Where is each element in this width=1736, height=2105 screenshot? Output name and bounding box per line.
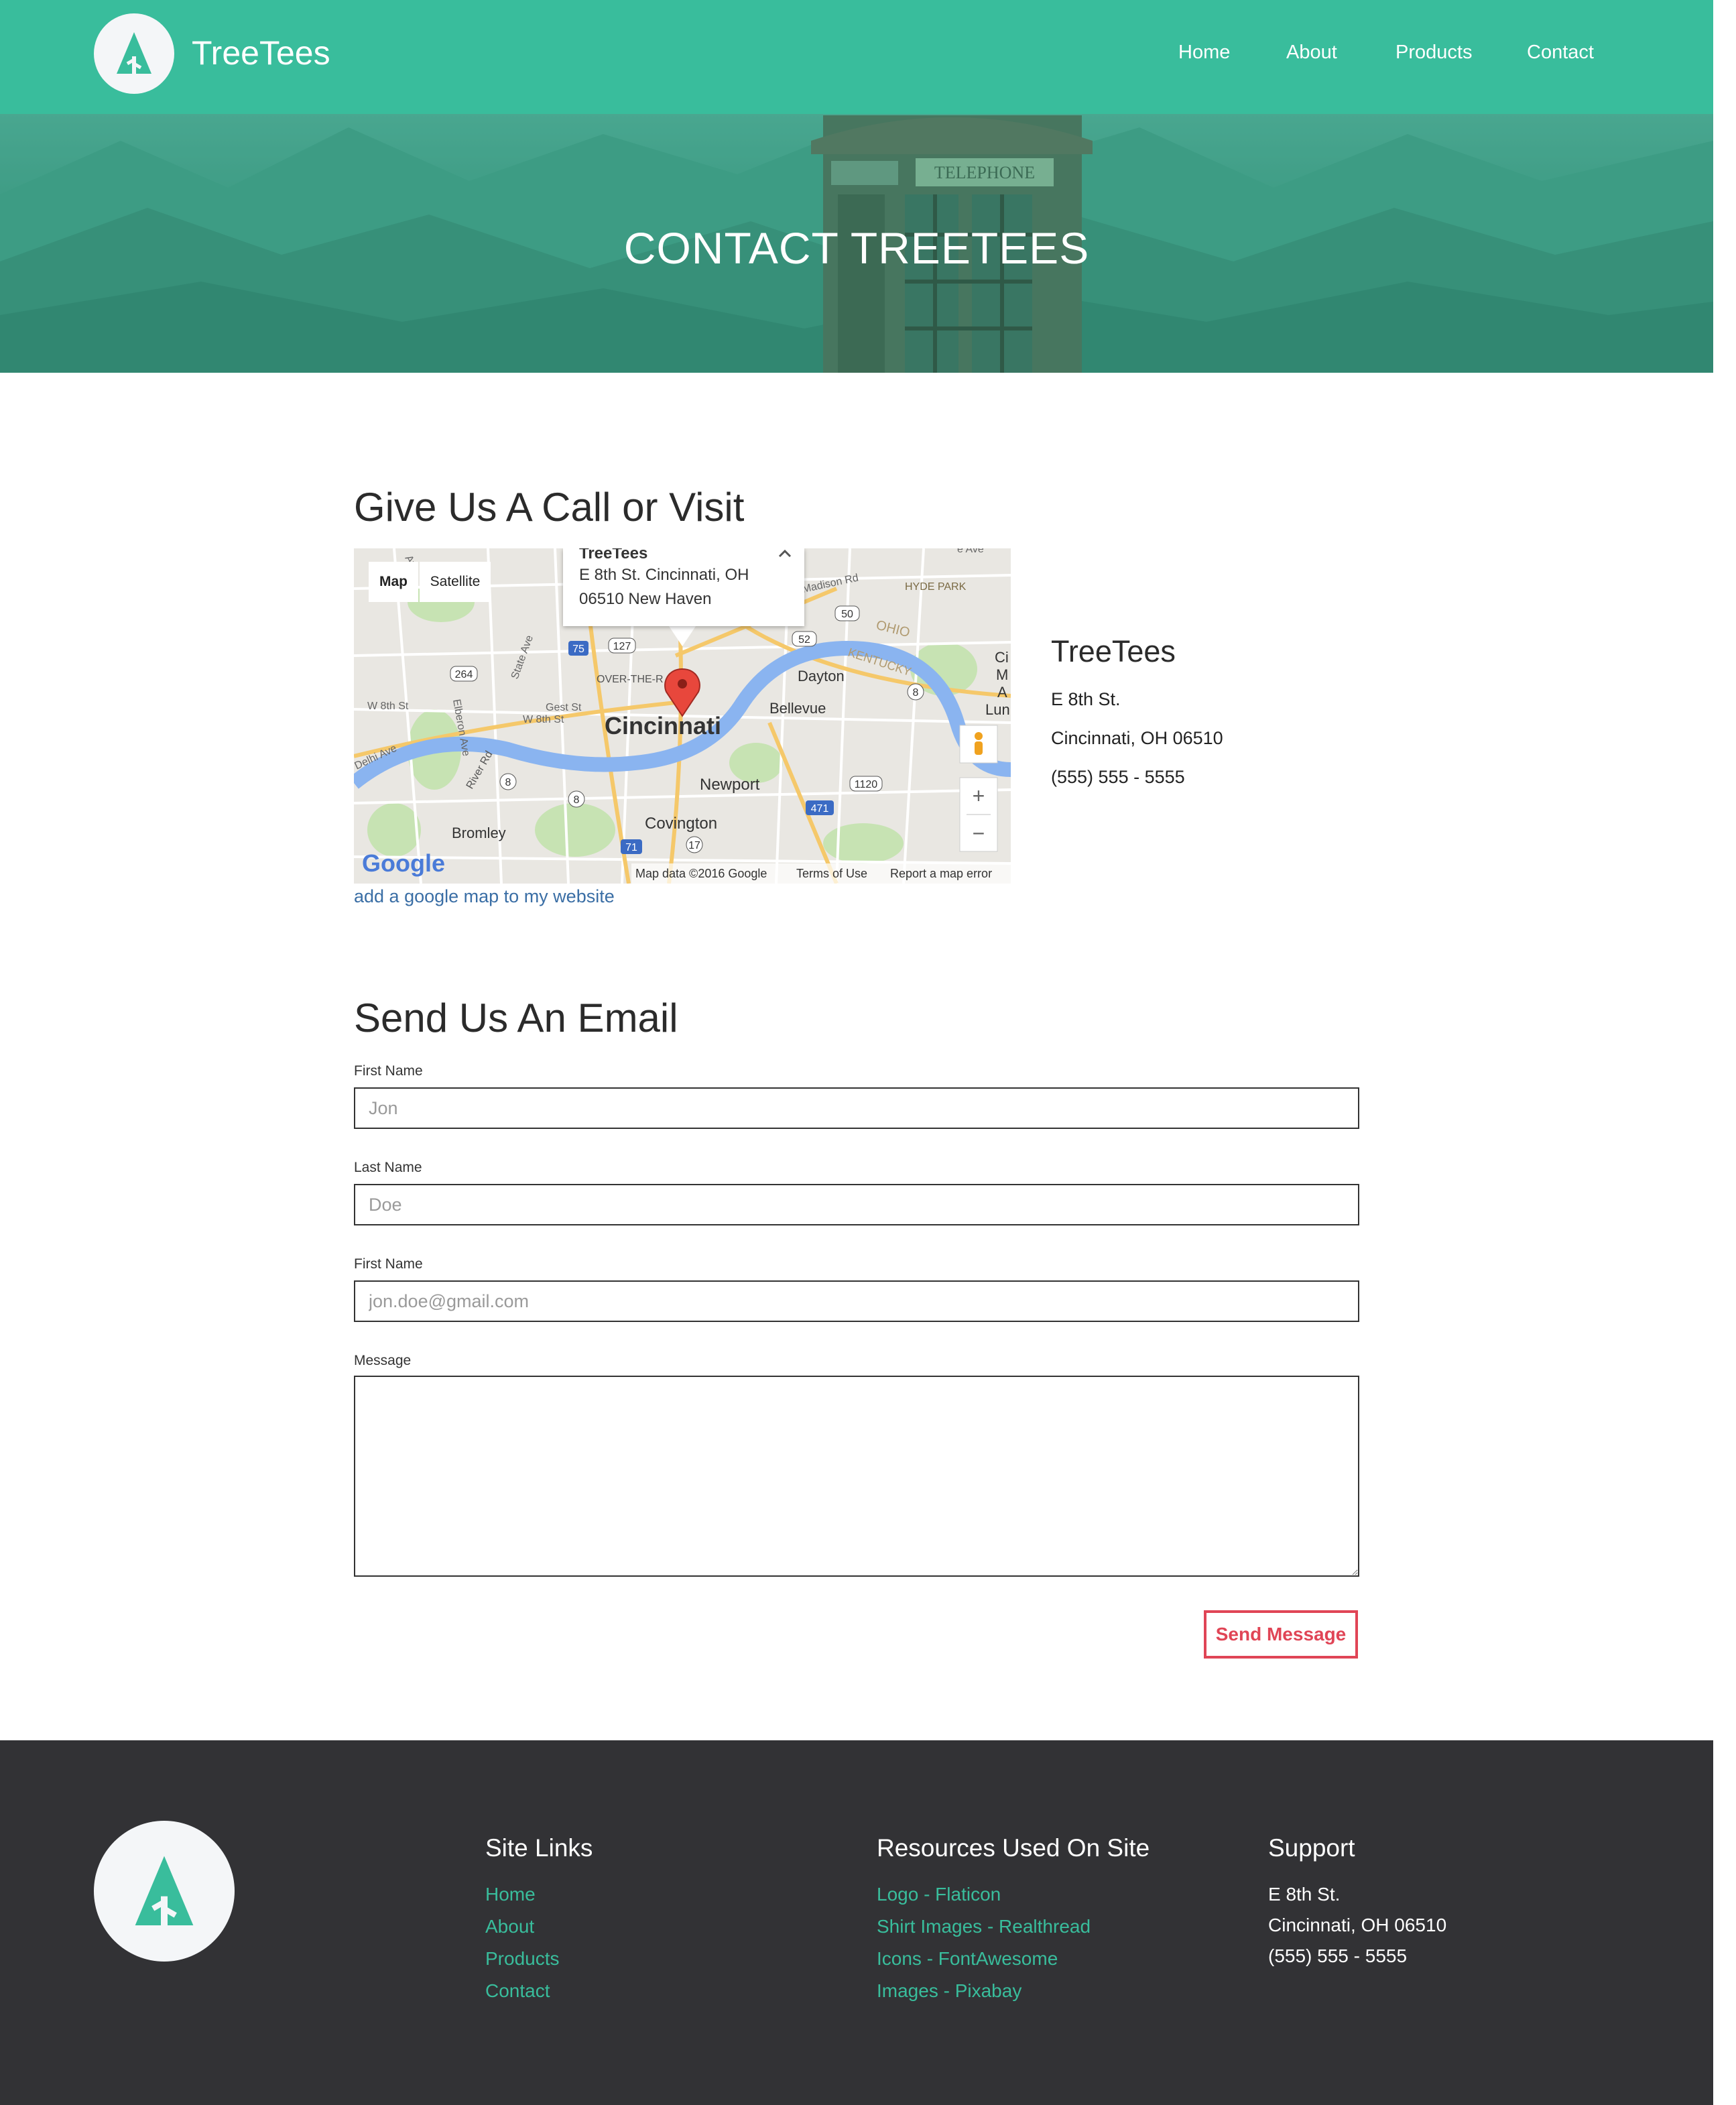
nav-home[interactable]: Home	[1178, 42, 1230, 64]
shield-52: 52	[798, 634, 810, 646]
shield-471: 471	[811, 803, 829, 815]
brand-name[interactable]: TreeTees	[192, 34, 330, 72]
logo[interactable]	[94, 13, 174, 94]
nav-products[interactable]: Products	[1396, 42, 1472, 64]
pegman-icon	[975, 732, 983, 740]
map-label-dayton: Dayton	[798, 668, 845, 684]
footer-support-street: E 8th St.	[1268, 1884, 1341, 1905]
map-label-cut-1: Ci	[995, 649, 1009, 666]
address-phone: (555) 555 - 5555	[1051, 767, 1185, 787]
info-window-close-icon[interactable]	[778, 548, 792, 558]
map-type-map-button[interactable]: Map	[369, 562, 418, 602]
footer-link-products[interactable]: Products	[485, 1948, 560, 1970]
nav-about[interactable]: About	[1286, 42, 1337, 64]
footer-link-realthread[interactable]: Shirt Images - Realthread	[877, 1916, 1091, 1937]
shield-127: 127	[613, 641, 631, 652]
visit-heading: Give Us A Call or Visit	[354, 485, 745, 530]
map-label-newport: Newport	[700, 776, 760, 794]
first-name-field[interactable]	[354, 1087, 1359, 1129]
map-label-w8th-2: W 8th St	[523, 714, 564, 725]
info-window-title: TreeTees	[579, 548, 648, 562]
footer-logo[interactable]	[94, 1821, 235, 1962]
page-title: CONTACT TREETEES	[623, 223, 1090, 273]
footer-link-about[interactable]: About	[485, 1916, 534, 1937]
last-name-field[interactable]	[354, 1184, 1359, 1225]
map-label-cut-6: e Ave	[957, 548, 984, 555]
zoom-out-button[interactable]: −	[973, 821, 985, 845]
info-window-address-2: 06510 New Haven	[579, 590, 712, 608]
map-label-cut-4: Lun	[985, 701, 1010, 718]
map-terms-link[interactable]: Terms of Use	[796, 867, 867, 880]
map-label-cincinnati: Cincinnati	[605, 712, 721, 739]
map-label-cut-3: A	[997, 684, 1007, 701]
send-message-button[interactable]: Send Message	[1204, 1610, 1358, 1659]
nav-contact[interactable]: Contact	[1527, 42, 1594, 64]
site-footer: Site Links Home About Products Contact R…	[0, 1740, 1713, 2105]
map-label-w8th: W 8th St	[367, 701, 409, 712]
map-report-link[interactable]: Report a map error	[890, 867, 992, 880]
footer-support-heading: Support	[1268, 1834, 1355, 1862]
page: TreeTees Home About Products Contact TEL…	[0, 0, 1713, 2105]
message-field[interactable]	[354, 1376, 1359, 1577]
add-map-link[interactable]: add a google map to my website	[354, 886, 615, 907]
shield-8-a: 8	[913, 687, 919, 699]
map-label-covington: Covington	[645, 815, 717, 833]
map-info-window: TreeTees E 8th St. Cincinnati, OH 06510 …	[563, 548, 804, 626]
zoom-in-button[interactable]: +	[973, 784, 985, 808]
map-label-gest: Gest St	[546, 702, 582, 713]
shield-50: 50	[841, 609, 853, 620]
email-field[interactable]	[354, 1280, 1359, 1322]
footer-link-contact[interactable]: Contact	[485, 1980, 550, 2002]
address-street: E 8th St.	[1051, 689, 1121, 709]
footer-resources-heading: Resources Used On Site	[877, 1834, 1150, 1862]
shield-17: 17	[688, 840, 700, 851]
footer-link-home[interactable]: Home	[485, 1884, 536, 1905]
map-type-satellite-button[interactable]: Satellite	[420, 562, 491, 602]
map-label-bellevue: Bellevue	[769, 700, 826, 717]
shield-8-b: 8	[505, 777, 511, 788]
address-city: Cincinnati, OH 06510	[1051, 728, 1223, 748]
footer-support-city: Cincinnati, OH 06510	[1268, 1915, 1447, 1935]
google-map[interactable]: Cincinnati OVER-THE-R Dayton Bellevue Ne…	[354, 548, 1011, 884]
message-label: Message	[354, 1353, 412, 1368]
shield-264: 264	[455, 669, 473, 680]
shield-71: 71	[625, 842, 637, 853]
footer-link-pixabay[interactable]: Images - Pixabay	[877, 1980, 1021, 2002]
map-label-otr: OVER-THE-R	[597, 674, 664, 685]
google-logo[interactable]: Google	[362, 849, 445, 877]
hero-banner: TELEPHONE CONTACT TREETEES	[0, 114, 1713, 373]
map-attribution: Map data ©2016 Google	[635, 867, 767, 880]
first-name-label: First Name	[354, 1063, 423, 1079]
last-name-label: Last Name	[354, 1160, 422, 1175]
map-label-bromley: Bromley	[452, 825, 506, 841]
map-label-cut-2: M	[996, 666, 1008, 683]
site-header: TreeTees Home About Products Contact	[0, 0, 1713, 114]
email-label: First Name	[354, 1256, 423, 1272]
tree-icon	[117, 32, 151, 75]
email-heading: Send Us An Email	[354, 996, 678, 1040]
info-window-address-1: E 8th St. Cincinnati, OH	[579, 566, 749, 584]
map-label-hyde-park: HYDE PARK	[905, 581, 967, 593]
address-company: TreeTees	[1051, 634, 1176, 668]
footer-link-fontawesome[interactable]: Icons - FontAwesome	[877, 1948, 1058, 1970]
footer-support-phone: (555) 555 - 5555	[1268, 1945, 1408, 1966]
shield-1120: 1120	[855, 779, 878, 790]
tree-icon	[135, 1856, 194, 1928]
footer-link-flaticon[interactable]: Logo - Flaticon	[877, 1884, 1001, 1905]
footer-site-links-heading: Site Links	[485, 1834, 593, 1862]
shield-75: 75	[572, 644, 584, 655]
shield-8-c: 8	[574, 794, 580, 806]
